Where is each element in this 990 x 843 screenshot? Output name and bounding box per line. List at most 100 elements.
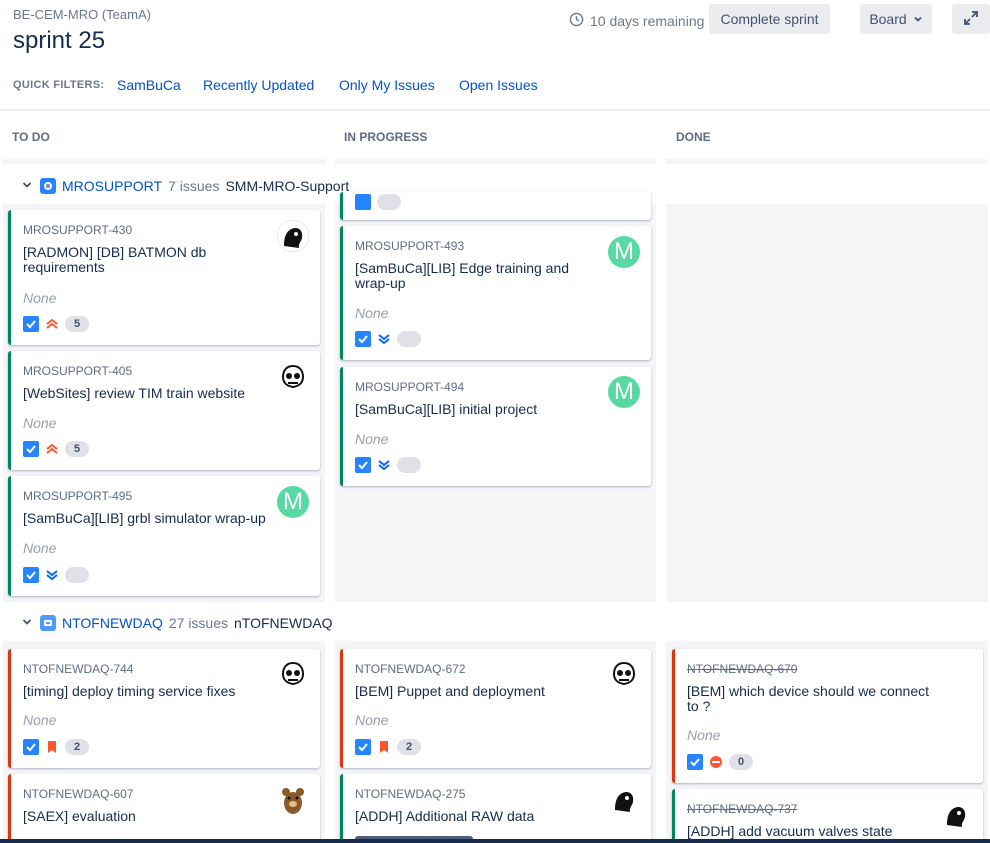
issue-summary: [ADDH] add vacuum valves state bbox=[687, 823, 893, 839]
priority-highest-icon bbox=[45, 317, 59, 331]
chevron-down-icon[interactable] bbox=[22, 617, 34, 630]
issue-key[interactable]: NTOFNEWDAQ-744 bbox=[23, 662, 133, 676]
issue-card[interactable]: NTOFNEWDAQ-744 [timing] deploy timing se… bbox=[8, 649, 320, 768]
estimate-badge bbox=[377, 194, 401, 210]
priority-flag-icon bbox=[45, 740, 59, 754]
chevron-down-icon bbox=[913, 11, 923, 27]
avatar[interactable]: M bbox=[608, 236, 640, 268]
card-meta: 5 bbox=[23, 441, 89, 457]
quick-filter-sambuca[interactable]: SamBuCa bbox=[117, 77, 181, 93]
avatar[interactable] bbox=[277, 658, 309, 690]
issue-summary: [WebSites] review TIM train website bbox=[23, 385, 246, 401]
epic-label: None bbox=[23, 290, 57, 306]
swimlane-name[interactable]: MROSUPPORT bbox=[62, 178, 162, 194]
swimlane-count: 27 issues bbox=[168, 615, 229, 631]
column-bar bbox=[3, 159, 325, 164]
task-icon bbox=[23, 739, 39, 755]
card-meta: 0 bbox=[687, 754, 753, 770]
issue-key[interactable]: MROSUPPORT-495 bbox=[23, 489, 132, 503]
issue-card[interactable]: NTOFNEWDAQ-275 [ADDH] Additional RAW dat… bbox=[340, 774, 651, 843]
issue-summary: [ADDH] Additional RAW data bbox=[355, 808, 535, 824]
column-header-in-progress: IN PROGRESS bbox=[344, 130, 428, 144]
card-meta: 2 bbox=[355, 739, 421, 755]
issue-summary: [SamBuCa][LIB] grbl simulator wrap-up bbox=[23, 510, 266, 526]
task-icon bbox=[355, 194, 371, 210]
epic-label: None bbox=[23, 712, 57, 728]
complete-sprint-label: Complete sprint bbox=[720, 11, 819, 27]
project-icon bbox=[40, 178, 56, 194]
priority-lowest-icon bbox=[377, 332, 391, 346]
issue-card[interactable]: NTOFNEWDAQ-670 [BEM] which device should… bbox=[672, 649, 983, 783]
task-icon bbox=[355, 331, 371, 347]
avatar[interactable] bbox=[608, 658, 640, 690]
estimate-badge: 2 bbox=[397, 739, 421, 755]
epic-label: None bbox=[355, 431, 389, 447]
card-meta: 2 bbox=[23, 739, 89, 755]
issue-card[interactable]: NTOFNEWDAQ-672 [BEM] Puppet and deployme… bbox=[340, 649, 651, 768]
sprint-header: BE-CEM-MRO (TeamA) sprint 25 10 days rem… bbox=[0, 0, 990, 111]
issue-key[interactable]: NTOFNEWDAQ-275 bbox=[355, 787, 465, 801]
avatar[interactable] bbox=[608, 784, 640, 816]
issue-key[interactable]: NTOFNEWDAQ-737 bbox=[687, 802, 797, 816]
estimate-badge: 5 bbox=[65, 316, 89, 332]
issue-key[interactable]: NTOFNEWDAQ-607 bbox=[23, 787, 133, 801]
quick-filter-open-issues[interactable]: Open Issues bbox=[459, 77, 538, 93]
column-header-todo: TO DO bbox=[12, 130, 50, 144]
avatar[interactable] bbox=[940, 799, 972, 831]
project-name: BE-CEM-MRO (TeamA) bbox=[13, 7, 151, 22]
quick-filter-only-my-issues[interactable]: Only My Issues bbox=[339, 77, 435, 93]
avatar[interactable] bbox=[277, 784, 309, 816]
issue-key[interactable]: MROSUPPORT-493 bbox=[355, 239, 464, 253]
estimate-badge: 2 bbox=[65, 739, 89, 755]
priority-highest-icon bbox=[45, 442, 59, 456]
avatar[interactable] bbox=[277, 361, 309, 393]
time-remaining: 10 days remaining bbox=[569, 12, 704, 30]
issue-key[interactable]: NTOFNEWDAQ-670 bbox=[687, 662, 797, 676]
issue-card[interactable]: MROSUPPORT-405 [WebSites] review TIM tra… bbox=[8, 351, 320, 470]
estimate-badge: 5 bbox=[65, 441, 89, 457]
board-menu-button[interactable]: Board bbox=[860, 4, 932, 34]
estimate-badge bbox=[65, 567, 89, 583]
issue-key[interactable]: MROSUPPORT-494 bbox=[355, 380, 464, 394]
issue-card[interactable]: MROSUPPORT-494 [SamBuCa][LIB] initial pr… bbox=[340, 367, 651, 486]
issue-key[interactable]: NTOFNEWDAQ-672 bbox=[355, 662, 465, 676]
task-icon bbox=[355, 739, 371, 755]
issue-card[interactable] bbox=[340, 192, 651, 220]
epic-label: None bbox=[23, 540, 57, 556]
issue-summary: [SAEX] evaluation bbox=[23, 808, 136, 824]
estimate-badge: 0 bbox=[729, 754, 753, 770]
issue-summary: [BEM] Puppet and deployment bbox=[355, 683, 545, 699]
priority-blocker-icon bbox=[709, 755, 723, 769]
task-icon bbox=[23, 316, 39, 332]
issue-summary: [BEM] which device should we connect to … bbox=[687, 683, 930, 714]
quick-filter-recently-updated[interactable]: Recently Updated bbox=[203, 77, 314, 93]
estimate-badge bbox=[397, 457, 421, 473]
issue-card[interactable]: NTOFNEWDAQ-737 [ADDH] add vacuum valves … bbox=[672, 789, 983, 843]
chevron-down-icon[interactable] bbox=[22, 180, 34, 193]
swimlane-header[interactable]: MROSUPPORT 7 issues SMM-MRO-Support bbox=[22, 178, 349, 194]
epic-label: None bbox=[355, 712, 389, 728]
issue-card[interactable]: MROSUPPORT-430 [RADMON] [DB] BATMON db r… bbox=[8, 210, 320, 345]
fullscreen-button[interactable] bbox=[952, 4, 990, 34]
priority-lowest-icon bbox=[45, 568, 59, 582]
avatar[interactable]: M bbox=[277, 486, 309, 518]
complete-sprint-button[interactable]: Complete sprint bbox=[709, 4, 830, 34]
issue-card[interactable]: NTOFNEWDAQ-607 [SAEX] evaluation bbox=[8, 774, 320, 843]
issue-card[interactable]: MROSUPPORT-493 [SamBuCa][LIB] Edge train… bbox=[340, 226, 651, 360]
epic-label: None bbox=[687, 727, 721, 743]
project-icon bbox=[40, 615, 56, 631]
issue-card[interactable]: MROSUPPORT-495 [SamBuCa][LIB] grbl simul… bbox=[8, 476, 320, 596]
priority-flag-icon bbox=[377, 740, 391, 754]
estimate-badge bbox=[397, 331, 421, 347]
window-bottom-edge bbox=[0, 839, 990, 843]
issue-key[interactable]: MROSUPPORT-405 bbox=[23, 364, 132, 378]
epic-label: None bbox=[355, 305, 389, 321]
card-meta: 5 bbox=[23, 316, 89, 332]
issue-key[interactable]: MROSUPPORT-430 bbox=[23, 223, 132, 237]
swimlane-header[interactable]: NTOFNEWDAQ 27 issues nTOFNEWDAQ bbox=[22, 615, 333, 631]
avatar[interactable] bbox=[277, 220, 309, 252]
avatar[interactable]: M bbox=[608, 376, 640, 408]
column-cell bbox=[666, 204, 988, 602]
issue-summary: [RADMON] [DB] BATMON db requirements bbox=[23, 244, 207, 275]
swimlane-name[interactable]: NTOFNEWDAQ bbox=[62, 615, 163, 631]
